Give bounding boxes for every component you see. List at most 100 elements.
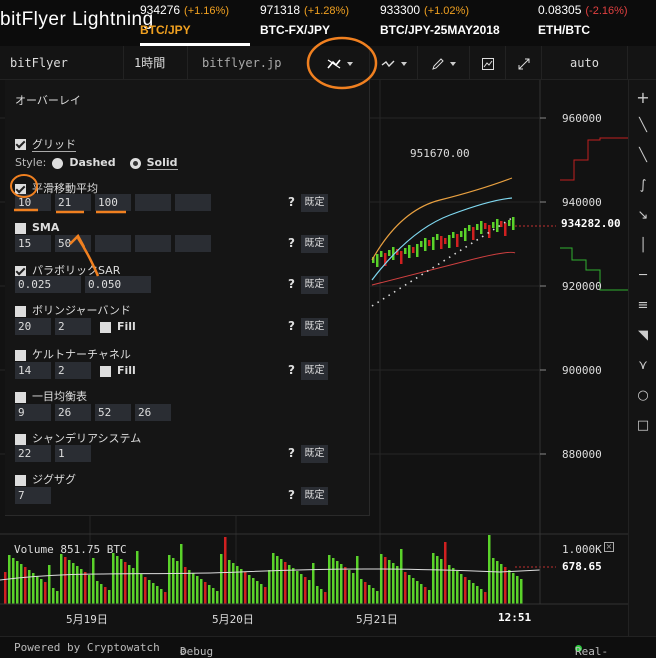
default-button[interactable]: 既定	[301, 318, 328, 336]
volume-bar	[12, 558, 15, 604]
indicator-keltner[interactable]: ケルトナーチャネル	[15, 346, 131, 362]
indicator-ichimoku[interactable]: 一目均衡表	[15, 388, 87, 404]
bollinger-param-1[interactable]: 20	[15, 318, 51, 335]
radio-dashed[interactable]	[52, 157, 64, 169]
rectangle-icon[interactable]: □	[629, 418, 656, 433]
checkbox[interactable]	[15, 474, 26, 486]
default-button[interactable]: 既定	[301, 445, 328, 463]
horizontal-line-icon[interactable]: ─	[629, 268, 656, 283]
default-button[interactable]: 既定	[301, 487, 328, 505]
checkbox[interactable]	[15, 138, 26, 150]
ema-param-3[interactable]: 100	[95, 194, 131, 211]
volume-bar	[324, 592, 327, 604]
indicator-button[interactable]	[370, 46, 418, 80]
fib-icon[interactable]: ◥	[629, 328, 656, 343]
chevron-down-icon	[346, 61, 353, 66]
crosshair-icon[interactable]: +	[629, 88, 656, 107]
market-tab-eth-btc[interactable]: 0.08305 (-2.16%) ETH/BTC	[538, 3, 628, 37]
draw-tool-button[interactable]	[418, 46, 470, 80]
checkbox[interactable]	[15, 433, 26, 445]
indicator-zigzag[interactable]: ジグザグ	[15, 471, 76, 487]
indicator-bollinger[interactable]: ボリンジャーバンド	[15, 302, 131, 318]
chandelier-param-1[interactable]: 22	[15, 445, 51, 462]
vertical-line-icon[interactable]: │	[629, 238, 656, 253]
candle	[472, 227, 475, 240]
grid-toggle[interactable]: グリッド	[15, 136, 76, 152]
default-button[interactable]: 既定	[301, 362, 328, 380]
help-icon[interactable]: ?	[288, 363, 295, 377]
date-label: 5月19日	[66, 613, 108, 626]
zoom-mode[interactable]: auto	[542, 46, 628, 80]
psar-param-2[interactable]: 0.050	[85, 276, 151, 293]
help-icon[interactable]: ?	[288, 195, 295, 209]
checkbox[interactable]	[100, 365, 111, 377]
volume-bar	[196, 576, 199, 604]
radio-solid[interactable]	[129, 157, 141, 169]
fullscreen-button[interactable]	[506, 46, 542, 80]
arrow-icon[interactable]: ↘	[629, 208, 656, 223]
volume-bar	[100, 584, 103, 604]
market-tab-btc-jpy-future[interactable]: 933300 (+1.02%) BTC/JPY-25MAY2018	[380, 3, 500, 37]
circle-icon[interactable]: ○	[629, 388, 656, 403]
default-button[interactable]: 既定	[301, 276, 328, 294]
checkbox[interactable]	[15, 391, 26, 403]
checkbox[interactable]	[15, 265, 26, 277]
ray-icon[interactable]: ╲	[629, 148, 656, 163]
ichimoku-param-2[interactable]: 26	[55, 404, 91, 421]
ichimoku-param-1[interactable]: 9	[15, 404, 51, 421]
chandelier-param-2[interactable]: 1	[55, 445, 91, 462]
volume-bar	[500, 564, 503, 604]
help-icon[interactable]: ?	[288, 277, 295, 291]
volume-bar	[284, 562, 287, 604]
help-icon[interactable]: ?	[288, 319, 295, 333]
interval-dropdown[interactable]: 1時間	[124, 46, 188, 100]
channel-icon[interactable]: ≡	[629, 298, 656, 313]
checkbox[interactable]	[15, 222, 26, 234]
ema-param-5[interactable]	[175, 194, 211, 211]
chart-toolbar: bitFlyer BTCJPY 1時間 bitflyer.jp auto	[0, 46, 656, 104]
help-icon[interactable]: ?	[288, 488, 295, 502]
powered-by-link[interactable]: Powered by Cryptowatch	[14, 641, 160, 654]
ichimoku-param-3[interactable]: 52	[95, 404, 131, 421]
keltner-param-2[interactable]: 2	[55, 362, 91, 379]
market-tab-btc-fx-jpy[interactable]: 971318 (+1.28%) BTC-FX/JPY	[260, 3, 349, 37]
sma-param-1[interactable]: 15	[15, 235, 51, 252]
volume-bar	[508, 570, 511, 604]
zigzag-param-1[interactable]: 7	[15, 487, 51, 504]
ema-param-2[interactable]: 21	[55, 194, 91, 211]
symbol-selector[interactable]: bitFlyer BTCJPY	[0, 46, 124, 104]
candle	[448, 235, 451, 248]
indicator-sma[interactable]: SMA	[15, 221, 59, 234]
sma-param-2[interactable]: 50	[55, 235, 91, 252]
volume-bar	[368, 585, 371, 604]
checkbox[interactable]	[15, 183, 26, 195]
psar-param-1[interactable]: 0.025	[15, 276, 81, 293]
volume-bar	[372, 588, 375, 604]
bollinger-fill-toggle[interactable]: Fill	[100, 320, 136, 333]
keltner-param-1[interactable]: 14	[15, 362, 51, 379]
sma-param-3[interactable]	[95, 235, 131, 252]
ema-param-4[interactable]	[135, 194, 171, 211]
sma-param-5[interactable]	[175, 235, 211, 252]
sma-param-4[interactable]	[135, 235, 171, 252]
default-button[interactable]: 既定	[301, 194, 328, 212]
checkbox[interactable]	[15, 349, 26, 361]
help-icon[interactable]: ?	[288, 236, 295, 250]
ichimoku-param-4[interactable]: 26	[135, 404, 171, 421]
bollinger-param-2[interactable]: 2	[55, 318, 91, 335]
help-icon[interactable]: ?	[288, 446, 295, 460]
close-icon[interactable]: ×	[604, 542, 614, 552]
fan-icon[interactable]: ⋎	[629, 358, 656, 373]
ema-param-1[interactable]: 10	[15, 194, 51, 211]
keltner-fill-toggle[interactable]: Fill	[100, 364, 136, 377]
source-link[interactable]: bitflyer.jp	[192, 46, 310, 102]
overlay-button[interactable]	[310, 46, 370, 80]
default-button[interactable]: 既定	[301, 235, 328, 253]
indicator-chandelier[interactable]: シャンデリアシステム	[15, 430, 141, 446]
chart-type-button[interactable]	[470, 46, 506, 80]
market-tab-btc-jpy[interactable]: 934276 (+1.16%) BTC/JPY	[140, 3, 229, 37]
curve-icon[interactable]: ∫	[629, 178, 656, 193]
checkbox[interactable]	[15, 305, 26, 317]
checkbox[interactable]	[100, 321, 111, 333]
trendline-icon[interactable]: ╲	[629, 118, 656, 133]
